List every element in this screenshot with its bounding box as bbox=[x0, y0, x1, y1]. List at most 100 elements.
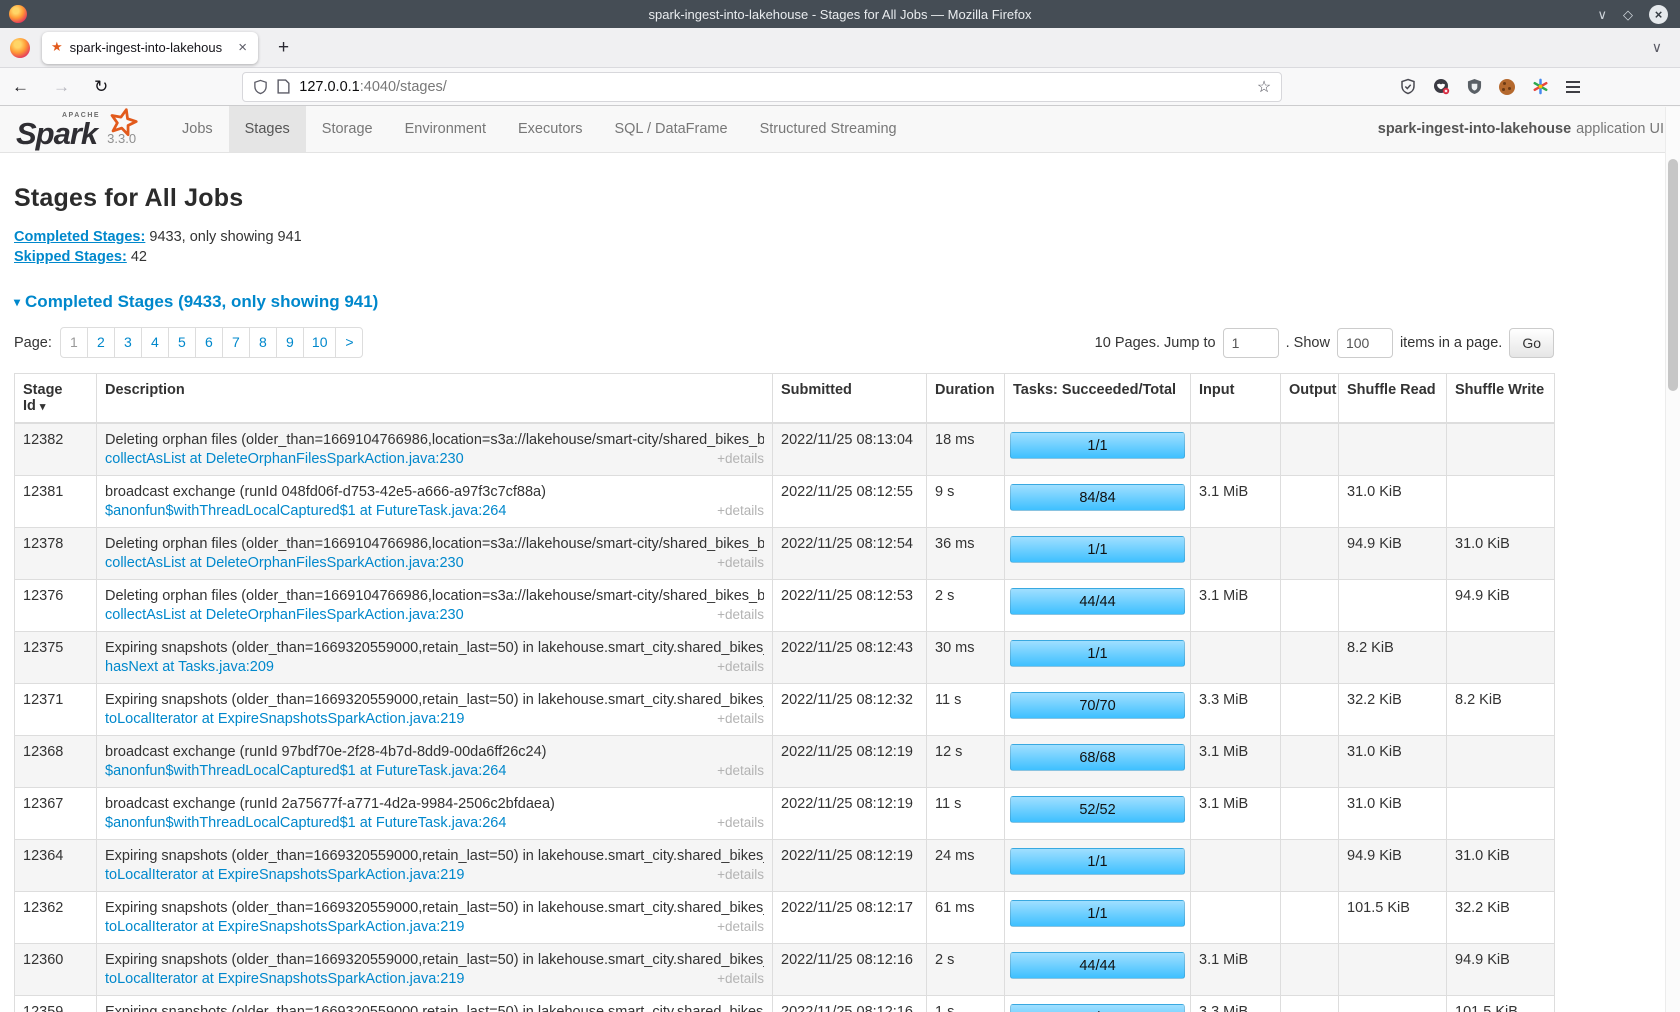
spark-tab-structured-streaming[interactable]: Structured Streaming bbox=[744, 106, 913, 152]
url-text[interactable]: 127.0.0.1:4040/stages/ bbox=[299, 79, 1248, 95]
shuffle-write-cell: 31.0 KiB bbox=[1447, 840, 1555, 892]
column-header-shuffle-write[interactable]: Shuffle Write bbox=[1447, 374, 1555, 424]
stage-callsite-link[interactable]: toLocalIterator at ExpireSnapshotsSparkA… bbox=[105, 711, 465, 727]
column-header-submitted[interactable]: Submitted bbox=[773, 374, 927, 424]
column-header-shuffle-read[interactable]: Shuffle Read bbox=[1339, 374, 1447, 424]
spark-tab-jobs[interactable]: Jobs bbox=[166, 106, 229, 152]
stage-callsite-link[interactable]: toLocalIterator at ExpireSnapshotsSparkA… bbox=[105, 971, 465, 987]
table-header-row: Stage Id▾DescriptionSubmittedDurationTas… bbox=[15, 374, 1555, 424]
column-header-tasks-succeeded-total[interactable]: Tasks: Succeeded/Total bbox=[1005, 374, 1191, 424]
shuffle-write-cell: 8.2 KiB bbox=[1447, 684, 1555, 736]
items-per-page-input[interactable] bbox=[1337, 328, 1393, 358]
stage-id-cell: 12368 bbox=[15, 736, 97, 788]
page-label: Page: bbox=[14, 335, 52, 351]
stage-callsite-link[interactable]: $anonfun$withThreadLocalCaptured$1 at Fu… bbox=[105, 763, 506, 779]
page-button-1[interactable]: 1 bbox=[60, 327, 88, 358]
details-toggle[interactable]: +details bbox=[707, 971, 764, 986]
column-header-duration[interactable]: Duration bbox=[927, 374, 1005, 424]
window-close-button[interactable]: × bbox=[1649, 5, 1668, 24]
page-buttons: 12345678910> bbox=[60, 327, 364, 358]
scrollbar-thumb[interactable] bbox=[1668, 159, 1678, 391]
spark-tab-executors[interactable]: Executors bbox=[502, 106, 598, 152]
stage-callsite-link[interactable]: collectAsList at DeleteOrphanFilesSparkA… bbox=[105, 607, 464, 623]
spark-tab-environment[interactable]: Environment bbox=[389, 106, 502, 152]
page-button-5[interactable]: 5 bbox=[168, 327, 196, 358]
column-header-stage-id[interactable]: Stage Id▾ bbox=[15, 374, 97, 424]
skipped-stages-link[interactable]: Skipped Stages: bbox=[14, 249, 127, 265]
description-cell: Expiring snapshots (older_than=166932055… bbox=[97, 996, 773, 1012]
spark-logo[interactable]: Spark APACHE 3.3.0 bbox=[0, 106, 152, 152]
stage-callsite-link[interactable]: $anonfun$withThreadLocalCaptured$1 at Fu… bbox=[105, 815, 506, 831]
reload-button[interactable]: ↻ bbox=[82, 78, 120, 95]
stage-callsite-link[interactable]: toLocalIterator at ExpireSnapshotsSparkA… bbox=[105, 919, 465, 935]
details-toggle[interactable]: +details bbox=[707, 763, 764, 778]
new-tab-button[interactable]: + bbox=[272, 37, 295, 59]
page-button-3[interactable]: 3 bbox=[114, 327, 142, 358]
description-cell: Deleting orphan files (older_than=166910… bbox=[97, 528, 773, 580]
submitted-cell: 2022/11/25 08:12:55 bbox=[773, 476, 927, 528]
mask-extension-icon[interactable] bbox=[1433, 78, 1450, 95]
cookie-extension-icon[interactable] bbox=[1499, 79, 1515, 95]
window-scrollbar[interactable] bbox=[1665, 107, 1680, 1012]
page-button-8[interactable]: 8 bbox=[249, 327, 277, 358]
tasks-cell: 1/1 bbox=[1005, 892, 1191, 944]
spark-tab-sql-dataframe[interactable]: SQL / DataFrame bbox=[598, 106, 743, 152]
ublock-extension-icon[interactable] bbox=[1467, 78, 1482, 95]
page-info-icon[interactable] bbox=[277, 79, 290, 94]
list-all-tabs-icon[interactable]: ∨ bbox=[1652, 39, 1662, 56]
page-button-10[interactable]: 10 bbox=[303, 327, 337, 358]
shuffle-write-cell bbox=[1447, 476, 1555, 528]
tasks-progress-label: 52/52 bbox=[1011, 797, 1184, 822]
page-button-4[interactable]: 4 bbox=[141, 327, 169, 358]
completed-stages-link[interactable]: Completed Stages: bbox=[14, 229, 145, 245]
next-page-button[interactable]: > bbox=[335, 327, 363, 358]
output-cell bbox=[1281, 684, 1339, 736]
shield-check-extension-icon[interactable] bbox=[1400, 78, 1416, 95]
shuffle-write-cell: 101.5 KiB bbox=[1447, 996, 1555, 1012]
column-header-description[interactable]: Description bbox=[97, 374, 773, 424]
details-toggle[interactable]: +details bbox=[707, 659, 764, 674]
window-minimize-button[interactable]: ∨ bbox=[1597, 8, 1607, 21]
details-toggle[interactable]: +details bbox=[707, 919, 764, 934]
window-maximize-button[interactable]: ◇ bbox=[1623, 8, 1633, 21]
details-toggle[interactable]: +details bbox=[707, 607, 764, 622]
completed-stages-section-header[interactable]: ▾Completed Stages (9433, only showing 94… bbox=[14, 292, 1680, 312]
tab-close-icon[interactable]: × bbox=[236, 40, 249, 55]
details-toggle[interactable]: +details bbox=[707, 451, 764, 466]
details-toggle[interactable]: +details bbox=[707, 711, 764, 726]
browser-tab[interactable]: ★ spark-ingest-into-lakehous × bbox=[42, 32, 258, 64]
go-button[interactable]: Go bbox=[1509, 328, 1554, 358]
duration-cell: 11 s bbox=[927, 684, 1005, 736]
shield-icon[interactable] bbox=[253, 79, 268, 95]
page-button-2[interactable]: 2 bbox=[87, 327, 115, 358]
hamburger-menu-icon[interactable] bbox=[1566, 81, 1580, 93]
spark-tab-stages[interactable]: Stages bbox=[229, 106, 306, 152]
sort-descending-icon: ▾ bbox=[40, 401, 46, 413]
tasks-progress-bar: 1/1 bbox=[1010, 900, 1185, 927]
stages-table-body: 12382 Deleting orphan files (older_than=… bbox=[15, 423, 1555, 1012]
stage-callsite-link[interactable]: hasNext at Tasks.java:209 bbox=[105, 659, 274, 675]
stage-callsite-link[interactable]: $anonfun$withThreadLocalCaptured$1 at Fu… bbox=[105, 503, 506, 519]
details-toggle[interactable]: +details bbox=[707, 815, 764, 830]
back-button[interactable]: ← bbox=[0, 78, 41, 95]
details-toggle[interactable]: +details bbox=[707, 503, 764, 518]
bookmark-star-icon[interactable]: ☆ bbox=[1257, 77, 1271, 97]
colorful-asterisk-extension-icon[interactable] bbox=[1532, 78, 1549, 95]
column-header-input[interactable]: Input bbox=[1191, 374, 1281, 424]
url-host: 127.0.0.1 bbox=[299, 79, 359, 95]
spark-tab-storage[interactable]: Storage bbox=[306, 106, 389, 152]
input-cell: 3.3 MiB bbox=[1191, 996, 1281, 1012]
page-button-6[interactable]: 6 bbox=[195, 327, 223, 358]
stage-callsite-link[interactable]: collectAsList at DeleteOrphanFilesSparkA… bbox=[105, 555, 464, 571]
page-button-7[interactable]: 7 bbox=[222, 327, 250, 358]
stage-callsite-link[interactable]: collectAsList at DeleteOrphanFilesSparkA… bbox=[105, 451, 464, 467]
forward-button[interactable]: → bbox=[41, 78, 82, 95]
page-button-9[interactable]: 9 bbox=[276, 327, 304, 358]
details-toggle[interactable]: +details bbox=[707, 867, 764, 882]
column-header-output[interactable]: Output bbox=[1281, 374, 1339, 424]
url-bar[interactable]: 127.0.0.1:4040/stages/ ☆ bbox=[242, 72, 1282, 102]
details-toggle[interactable]: +details bbox=[707, 555, 764, 570]
stage-callsite-link[interactable]: toLocalIterator at ExpireSnapshotsSparkA… bbox=[105, 867, 465, 883]
firefox-icon bbox=[10, 38, 30, 58]
jump-to-page-input[interactable] bbox=[1223, 328, 1279, 358]
